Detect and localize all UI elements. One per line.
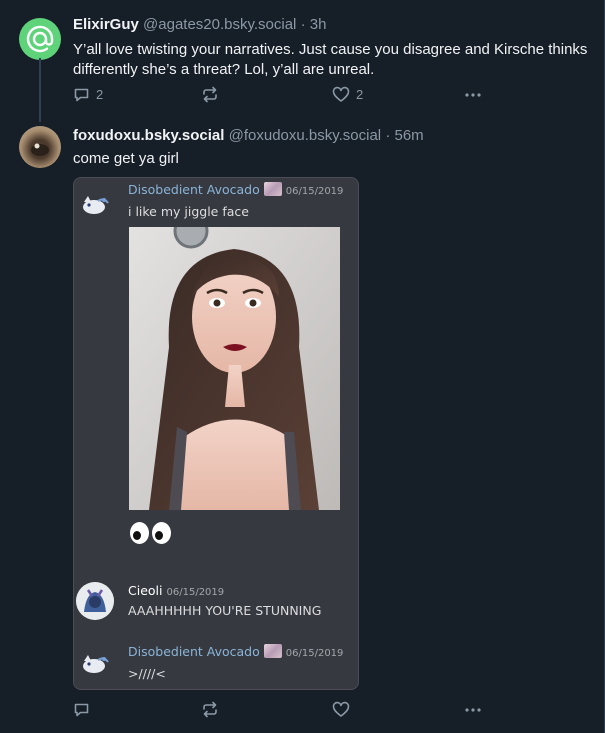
reply-icon bbox=[74, 88, 89, 102]
handle[interactable]: @foxudoxu.bsky.social bbox=[229, 127, 382, 144]
message-header: Disobedient Avocado 06/15/2019 bbox=[128, 182, 343, 197]
message-text: >////< bbox=[128, 666, 166, 681]
fox-avatar-icon bbox=[83, 655, 109, 673]
eyes-emoji bbox=[130, 522, 171, 544]
reply-button[interactable] bbox=[73, 701, 96, 718]
avatar bbox=[76, 582, 114, 620]
post-text: come get ya girl bbox=[73, 150, 179, 167]
post-actions bbox=[73, 701, 493, 721]
display-name[interactable]: foxudoxu.bsky.social bbox=[73, 127, 224, 144]
repost-button[interactable] bbox=[201, 701, 225, 718]
ellipsis-icon bbox=[465, 708, 481, 712]
thread-line bbox=[39, 58, 41, 122]
repost-button[interactable] bbox=[201, 86, 219, 103]
badge-icon bbox=[263, 182, 282, 196]
eye-icon bbox=[152, 522, 171, 544]
badge-icon bbox=[263, 644, 282, 658]
fox-avatar-icon bbox=[83, 196, 109, 214]
author-name: Disobedient Avocado bbox=[128, 644, 260, 659]
ellipsis-icon bbox=[465, 93, 481, 97]
reply-icon bbox=[74, 703, 89, 717]
post-text: Y’all love twisting your narratives. Jus… bbox=[73, 41, 588, 78]
eye-icon bbox=[130, 522, 149, 544]
post-header: foxudoxu.bsky.social @foxudoxu.bsky.soci… bbox=[73, 127, 424, 144]
profile-photo-icon bbox=[31, 143, 49, 156]
message-text: i like my jiggle face bbox=[128, 204, 249, 219]
handle[interactable]: @agates20.bsky.social bbox=[143, 16, 296, 33]
selfie-photo bbox=[129, 227, 340, 510]
avatar bbox=[78, 645, 112, 679]
message-date: 06/15/2019 bbox=[166, 587, 225, 598]
post-header: ElixirGuy @agates20.bsky.social · 3h bbox=[73, 16, 326, 33]
message-header: Disobedient Avocado 06/15/2019 bbox=[128, 644, 343, 659]
embedded-image[interactable]: Disobedient Avocado 06/15/2019 i like my … bbox=[73, 177, 359, 690]
selfie-illustration bbox=[129, 227, 340, 510]
message-text: AAAHHHHH YOU'RE STUNNING bbox=[128, 603, 322, 618]
message-date: 06/15/2019 bbox=[285, 186, 344, 197]
timestamp[interactable]: · 3h bbox=[301, 16, 327, 33]
repost-icon bbox=[203, 86, 217, 103]
like-button[interactable] bbox=[332, 701, 356, 718]
timestamp[interactable]: · 56m bbox=[385, 127, 423, 144]
avatar[interactable] bbox=[19, 18, 61, 60]
feed-thread: ElixirGuy @agates20.bsky.social · 3h Y’a… bbox=[0, 0, 605, 733]
author-name: Disobedient Avocado bbox=[128, 182, 260, 197]
display-name[interactable]: ElixirGuy bbox=[73, 16, 139, 33]
at-sign-icon bbox=[26, 25, 54, 53]
reply-button[interactable]: 2 bbox=[73, 86, 103, 103]
more-options-button[interactable] bbox=[464, 701, 482, 718]
like-button[interactable]: 2 bbox=[332, 86, 363, 103]
avatar[interactable] bbox=[19, 126, 61, 168]
reply-count: 2 bbox=[96, 87, 104, 102]
avatar bbox=[78, 186, 112, 220]
message-date: 06/15/2019 bbox=[285, 648, 344, 659]
like-count: 2 bbox=[356, 87, 364, 102]
post-actions: 2 2 bbox=[73, 86, 493, 106]
heart-icon bbox=[332, 701, 350, 717]
repost-icon bbox=[203, 701, 217, 718]
message-header: Cieoli 06/15/2019 bbox=[128, 583, 224, 598]
more-options-button[interactable] bbox=[464, 86, 482, 103]
heart-icon bbox=[332, 86, 350, 102]
post-elixirguy[interactable]: ElixirGuy @agates20.bsky.social · 3h Y’a… bbox=[0, 0, 604, 118]
author-name: Cieoli bbox=[128, 583, 163, 598]
character-avatar-icon bbox=[76, 582, 114, 620]
